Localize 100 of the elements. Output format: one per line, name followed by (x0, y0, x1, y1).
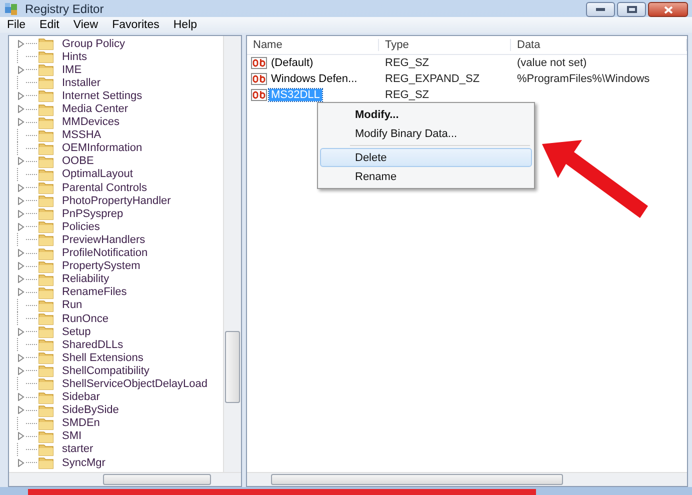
tree-item[interactable]: RunOnce (62, 312, 108, 325)
tree-item[interactable]: SideBySide (62, 404, 119, 416)
tree-item[interactable]: SMDEn (62, 417, 100, 430)
expand-icon[interactable] (17, 288, 25, 296)
tree-item[interactable]: PhotoPropertyHandler (62, 194, 171, 207)
folder-icon (38, 298, 54, 312)
folder-icon (38, 168, 54, 181)
horizontal-scrollbar[interactable] (247, 472, 687, 486)
tree-item[interactable]: MSSHA (62, 129, 102, 142)
string-value-icon (251, 89, 267, 101)
tree-item[interactable]: OEMInformation (62, 142, 142, 154)
folder-icon (38, 325, 54, 338)
menu-item[interactable]: Edit (34, 19, 68, 31)
folder-icon (38, 89, 54, 102)
expand-icon[interactable] (17, 196, 25, 205)
expand-icon[interactable] (17, 275, 25, 284)
folder-icon (38, 430, 54, 443)
close-button[interactable] (648, 2, 688, 17)
vertical-scrollbar[interactable] (223, 36, 241, 472)
menu-item[interactable]: View (68, 19, 108, 31)
scroll-thumb[interactable] (103, 474, 211, 485)
expand-icon[interactable] (17, 92, 25, 100)
maximize-button[interactable] (617, 2, 646, 17)
tree-item[interactable]: ProfileNotification (62, 247, 148, 260)
scroll-thumb[interactable] (271, 474, 563, 485)
tree-item[interactable]: PnPSysprep (62, 208, 124, 220)
folder-icon (38, 390, 54, 404)
tree-item[interactable]: Group Policy (62, 38, 125, 50)
scroll-thumb[interactable] (225, 331, 240, 403)
tree-item[interactable]: SyncMgr (62, 456, 106, 469)
tree-item[interactable]: ShellServiceObjectDelayLoad (62, 378, 208, 390)
expand-icon[interactable] (17, 184, 25, 192)
tree-item[interactable]: Sidebar (62, 391, 100, 404)
folder-icon (38, 351, 54, 364)
expand-icon[interactable] (17, 458, 25, 467)
value-name[interactable]: (Default) (269, 57, 316, 69)
tree-item[interactable]: Installer (62, 76, 101, 89)
menu-item[interactable]: Help (168, 19, 206, 31)
column-header[interactable]: Type (379, 39, 511, 51)
menu-item[interactable]: Modify... (320, 105, 406, 124)
expand-icon[interactable] (17, 366, 25, 375)
expand-icon[interactable] (17, 328, 25, 336)
expand-icon[interactable] (17, 406, 25, 414)
expand-icon[interactable] (17, 393, 25, 402)
expand-icon[interactable] (17, 354, 25, 362)
tree-item[interactable]: Run (62, 299, 82, 312)
expand-icon[interactable] (17, 105, 25, 114)
expand-icon[interactable] (17, 157, 25, 166)
value-name[interactable]: Windows Defen... (269, 73, 360, 85)
folder-icon (38, 207, 54, 220)
tree-item[interactable]: Shell Extensions (62, 352, 144, 364)
tree-item[interactable]: Internet Settings (62, 90, 142, 102)
tree-item[interactable]: OptimalLayout (62, 168, 133, 180)
expand-icon[interactable] (17, 262, 25, 270)
tree-item[interactable]: SMI (62, 430, 82, 442)
horizontal-scrollbar[interactable] (9, 472, 241, 486)
minimize-button[interactable] (586, 2, 615, 17)
menu-item[interactable]: Delete (320, 148, 532, 167)
expand-icon[interactable] (17, 118, 25, 126)
tree-item[interactable]: Policies (62, 220, 100, 233)
tree-item[interactable]: ShellCompatibility (62, 364, 150, 377)
table-cell-text: REG_SZ (384, 57, 430, 69)
tree-item[interactable]: Reliability (62, 273, 110, 286)
tree-item[interactable]: PreviewHandlers (62, 234, 146, 246)
tree-item[interactable]: SharedDLLs (62, 338, 124, 351)
tree-item[interactable]: Setup (62, 326, 91, 338)
folder-icon (38, 364, 54, 378)
tree-item[interactable]: MMDevices (62, 116, 120, 128)
tree-item[interactable]: Parental Controls (62, 182, 147, 194)
menu-item[interactable]: Modify Binary Data... (320, 124, 464, 143)
expand-icon[interactable] (17, 432, 25, 440)
folder-icon (38, 37, 54, 50)
expand-icon[interactable] (17, 222, 25, 231)
folder-icon (38, 154, 54, 168)
folder-icon (38, 63, 54, 76)
tree-item[interactable]: Hints (62, 50, 88, 63)
expand-icon[interactable] (17, 210, 25, 218)
menu-item[interactable]: Favorites (107, 19, 168, 31)
menu-item[interactable]: Rename (320, 167, 404, 186)
menu-item[interactable]: File (2, 19, 35, 31)
expand-icon[interactable] (17, 249, 25, 258)
folder-icon (38, 142, 54, 155)
window-title: Registry Editor (25, 2, 104, 16)
tree-item[interactable]: Media Center (62, 103, 128, 116)
tree-item[interactable]: starter (62, 443, 94, 456)
folder-icon (38, 181, 54, 194)
folder-icon (38, 442, 54, 456)
expand-icon[interactable] (17, 66, 25, 74)
tree-item[interactable]: RenameFiles (62, 286, 127, 298)
column-header[interactable]: Data (511, 39, 687, 51)
maximize-icon (626, 6, 636, 13)
folder-icon (38, 233, 54, 246)
tree-item[interactable]: OOBE (62, 155, 94, 168)
app-icon (4, 2, 20, 16)
expand-icon[interactable] (17, 40, 25, 48)
tree-item[interactable]: IME (62, 64, 82, 76)
column-header[interactable]: Name (247, 39, 379, 51)
folder-icon (38, 416, 54, 430)
close-icon (664, 6, 672, 14)
tree-item[interactable]: PropertySystem (62, 260, 140, 272)
